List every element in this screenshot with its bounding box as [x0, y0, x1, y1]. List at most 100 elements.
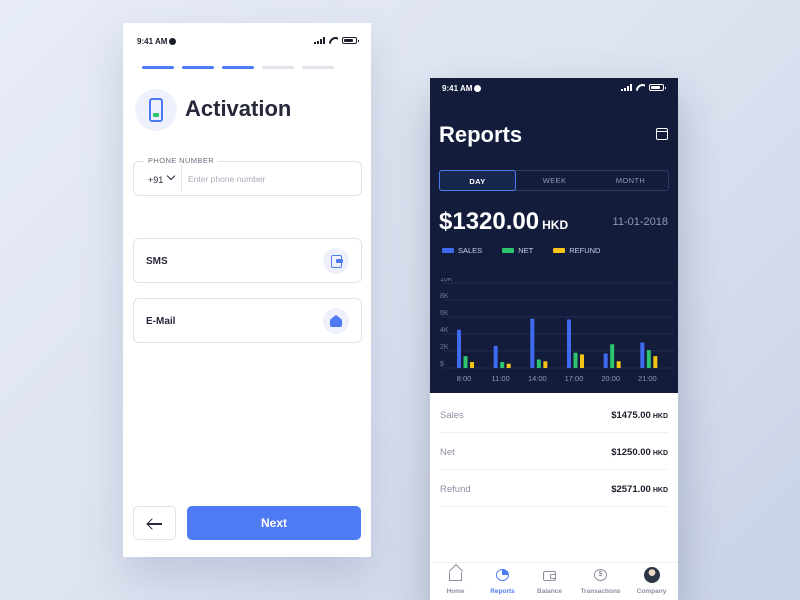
x-tick-label: 17:00	[565, 374, 584, 383]
report-date: 11-01-2018	[612, 216, 668, 228]
x-tick-label: 21:00	[638, 374, 657, 383]
bar-sales	[567, 319, 571, 368]
bar-sales	[493, 345, 498, 368]
summary-label: Net	[440, 447, 455, 458]
chart-legend: SALES NET REFUND	[442, 246, 600, 255]
bar-net	[610, 344, 615, 368]
home-icon	[449, 572, 462, 581]
tab-transactions[interactable]: $ Transactions	[576, 563, 625, 600]
period-segmented-control: DAY WEEK MONTH	[439, 170, 669, 191]
bar-sales	[640, 342, 645, 368]
summary-value: $2571.00 HKD	[611, 484, 668, 495]
summary-list: Sales $1475.00 HKD Net $1250.00 HKD Refund…	[430, 396, 678, 507]
page-title: Activation	[185, 96, 292, 121]
currency-label: HKD	[542, 218, 569, 232]
tab-home[interactable]: Home	[431, 563, 480, 600]
tab-label: Balance	[537, 588, 562, 595]
tab-reports[interactable]: Reports	[478, 563, 527, 600]
sms-option-label: SMS	[146, 256, 168, 267]
x-tick-label: 11:00	[492, 374, 510, 383]
summary-value: $1475.00 HKD	[611, 410, 668, 421]
bar-sales	[530, 318, 535, 368]
calendar-icon[interactable]	[656, 128, 668, 140]
step-indicator	[222, 66, 254, 69]
status-bar: 9:41 AM	[137, 37, 359, 47]
next-button[interactable]: Next	[187, 506, 361, 540]
tab-day[interactable]: DAY	[439, 170, 516, 191]
step-progress	[142, 66, 334, 69]
bottom-tab-bar: Home Reports Balance $ Transactions Comp…	[430, 562, 678, 600]
email-option[interactable]: E-Mail	[133, 298, 362, 343]
activation-screen: 9:41 AM Activation PHONE NUMBER +91 SMS …	[123, 23, 371, 557]
wifi-icon	[329, 37, 338, 44]
reports-screen: 9:41 AM Reports DAY WEEK MONTH $1320.00 H…	[430, 78, 678, 600]
divider	[181, 164, 182, 194]
status-time: 9:41 AM	[137, 37, 177, 46]
alarm-icon	[474, 85, 482, 93]
bar-net	[463, 356, 468, 368]
summary-label: Sales	[440, 410, 464, 421]
tab-company[interactable]: Company	[627, 563, 676, 600]
tab-label: Transactions	[580, 588, 621, 595]
phone-activation-icon	[135, 89, 177, 131]
battery-icon	[649, 84, 666, 91]
bar-net	[500, 362, 505, 368]
summary-row-net: Net $1250.00 HKD	[440, 433, 668, 470]
bar-net	[646, 350, 651, 368]
step-indicator	[142, 66, 174, 69]
tab-label: Reports	[490, 588, 515, 595]
tab-week[interactable]: WEEK	[516, 170, 593, 191]
step-indicator	[262, 66, 294, 69]
tab-label: Home	[446, 588, 465, 595]
total-amount: $1320.00 HKD	[439, 208, 569, 235]
mail-icon	[323, 308, 349, 334]
y-tick-label: 2K	[440, 344, 449, 351]
x-tick-label: 14:00	[528, 374, 547, 383]
tab-month[interactable]: MONTH	[592, 170, 669, 191]
legend-item-refund: REFUND	[553, 246, 600, 255]
status-bar: 9:41 AM	[442, 84, 666, 94]
arrow-left-icon	[148, 523, 162, 525]
country-code-select[interactable]: +91	[148, 175, 163, 185]
tab-balance[interactable]: Balance	[525, 563, 574, 600]
phone-number-input[interactable]	[188, 170, 353, 188]
summary-label: Refund	[440, 484, 471, 495]
bar-net	[573, 352, 578, 368]
wifi-icon	[636, 84, 645, 91]
sms-option[interactable]: SMS	[133, 238, 362, 283]
bar-refund	[470, 362, 474, 368]
step-indicator	[182, 66, 214, 69]
legend-swatch	[442, 248, 454, 253]
summary-row-refund: Refund $2571.00 HKD	[440, 470, 668, 507]
back-button[interactable]	[133, 506, 176, 540]
y-tick-label: 6K	[440, 310, 449, 317]
summary-row-sales: Sales $1475.00 HKD	[440, 396, 668, 433]
dollar-coin-icon: $	[594, 569, 607, 581]
legend-item-sales: SALES	[442, 246, 482, 255]
y-tick-label: 4K	[440, 327, 449, 334]
step-indicator	[302, 66, 334, 69]
bar-refund	[653, 356, 658, 368]
wallet-icon	[543, 571, 556, 581]
battery-icon	[342, 37, 359, 44]
avatar-icon	[644, 567, 660, 583]
sms-icon	[323, 248, 349, 274]
legend-swatch	[553, 248, 566, 253]
bar-refund	[616, 361, 621, 368]
phone-number-field: PHONE NUMBER +91	[133, 156, 362, 196]
chevron-down-icon[interactable]	[166, 171, 176, 181]
reports-header-panel: 9:41 AM Reports DAY WEEK MONTH $1320.00 H…	[430, 78, 678, 393]
tab-label: Company	[636, 588, 667, 595]
email-option-label: E-Mail	[146, 316, 176, 327]
bar-sales	[603, 353, 608, 368]
y-tick-label: $	[440, 361, 444, 368]
page-title: Reports	[439, 122, 523, 147]
x-tick-label: 8:00	[457, 374, 472, 383]
sales-bar-chart: $2K 4K 6K 8K 10K 8:00 11:00 14:00 17:00 20:00 21:0…	[440, 278, 674, 383]
signal-icon	[621, 84, 632, 91]
y-tick-label: 10K	[440, 278, 453, 283]
y-tick-label: 8K	[440, 293, 449, 300]
bar-net	[536, 359, 541, 368]
summary-value: $1250.00 HKD	[611, 447, 668, 458]
alarm-icon	[169, 38, 177, 46]
